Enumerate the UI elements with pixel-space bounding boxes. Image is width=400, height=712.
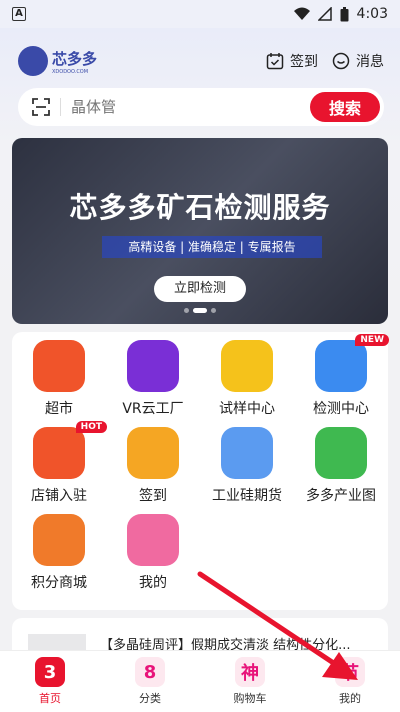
logo-text: 芯多多 xyxy=(52,50,98,68)
banner-title: 芯多多矿石检测服务 xyxy=(69,191,331,224)
tile-label: 试样中心 xyxy=(219,401,275,417)
tab-0[interactable]: 3 首页 xyxy=(0,651,100,712)
feature-grid: 超市 VR云工厂 试样中心 NEW 检测中心 HOT 店铺入驻 签到 工业硅期货 多多产业图积分商… xyxy=(12,332,389,601)
checkin-button[interactable]: 签到 xyxy=(266,51,318,71)
tab-2[interactable]: 神购物车 xyxy=(200,651,300,712)
bottom-tab-bar: 3 首页 8 分类神购物车节我的 xyxy=(0,650,400,712)
clock: 4:03 xyxy=(356,6,388,22)
tile-label: 多多产业图 xyxy=(306,488,376,504)
grid-tile[interactable]: 签到 xyxy=(106,427,200,514)
grid-tile[interactable]: 多多产业图 xyxy=(294,427,388,514)
tab-label: 分类 xyxy=(139,692,161,705)
app-logo: 芯多多 XDODOO.COM xyxy=(18,46,97,76)
carousel-dot xyxy=(184,308,189,313)
battery-icon xyxy=(340,6,349,21)
tile-label: 检测中心 xyxy=(313,401,369,417)
grid-tile[interactable]: VR云工厂 xyxy=(106,340,200,427)
tile-label: 签到 xyxy=(139,488,167,504)
grid-tile[interactable]: HOT 店铺入驻 xyxy=(12,421,107,514)
search-bar: 搜索 xyxy=(18,88,384,126)
tab-icon: 节 xyxy=(335,657,365,687)
grid-tile[interactable]: 工业硅期货 xyxy=(200,427,294,514)
promo-banner[interactable]: 芯多多矿石检测服务 高精设备 | 准确稳定 | 专属报告 立即检测 xyxy=(12,138,388,324)
scan-icon[interactable] xyxy=(32,98,50,116)
tile-label: 店铺入驻 xyxy=(31,488,87,504)
logo-mark-icon xyxy=(18,46,48,76)
status-bar: A 4:03 xyxy=(0,0,400,28)
top-bar: 芯多多 XDODOO.COM 签到 消息 xyxy=(18,44,384,78)
carousel-dot-active xyxy=(193,308,207,313)
tile-label: 超市 xyxy=(45,401,73,417)
grid-tile[interactable]: NEW 检测中心 xyxy=(294,334,389,427)
tab-icon: 神 xyxy=(235,657,265,687)
profile-icon xyxy=(127,514,179,566)
coin-icon xyxy=(33,514,85,566)
tile-badge: NEW xyxy=(355,334,389,346)
logo-subtext: XDODOO.COM xyxy=(52,68,89,75)
tab-label: 购物车 xyxy=(233,692,267,705)
notification-icon: A xyxy=(12,7,26,21)
banner-subtitle: 高精设备 | 准确稳定 | 专属报告 xyxy=(102,236,322,258)
calendar-icon xyxy=(127,427,179,479)
store-icon: HOT xyxy=(33,421,107,479)
grid-tile[interactable]: 超市 xyxy=(12,340,106,427)
carousel-dot xyxy=(211,308,216,313)
tile-badge: HOT xyxy=(75,421,107,433)
tab-icon: 8 xyxy=(135,657,165,687)
no-signal-icon xyxy=(317,7,332,21)
wifi-icon xyxy=(293,7,310,20)
shield-check-icon: NEW xyxy=(315,334,389,392)
messages-label: 消息 xyxy=(356,54,384,70)
tile-label: 我的 xyxy=(139,575,167,591)
tab-1[interactable]: 8 分类 xyxy=(100,651,200,712)
messages-button[interactable]: 消息 xyxy=(332,51,384,71)
search-button[interactable]: 搜索 xyxy=(310,92,380,122)
tab-label: 首页 xyxy=(39,692,61,705)
search-input[interactable] xyxy=(71,98,310,116)
map-pin-icon xyxy=(315,427,367,479)
grid-tile[interactable]: 积分商城 xyxy=(12,514,106,601)
supermarket-icon xyxy=(33,340,85,392)
banner-cta-button[interactable]: 立即检测 xyxy=(154,276,246,302)
checkin-label: 签到 xyxy=(290,54,318,70)
tile-label: 工业硅期货 xyxy=(212,488,282,504)
calendar-check-icon xyxy=(266,53,284,70)
search-divider xyxy=(60,98,61,116)
status-icons: 4:03 xyxy=(293,6,388,22)
vr-icon xyxy=(127,340,179,392)
futures-icon xyxy=(221,427,273,479)
grid-tile[interactable]: 试样中心 xyxy=(200,340,294,427)
message-icon xyxy=(332,52,350,70)
feature-grid-card: 超市 VR云工厂 试样中心 NEW 检测中心 HOT 店铺入驻 签到 工业硅期货 多多产业图积分商… xyxy=(12,332,389,610)
tab-icon: 3 xyxy=(35,657,65,687)
sample-icon xyxy=(221,340,273,392)
carousel-indicator xyxy=(12,308,388,313)
grid-tile[interactable]: 我的 xyxy=(106,514,200,601)
tab-3[interactable]: 节我的 xyxy=(300,651,400,712)
tile-label: VR云工厂 xyxy=(122,401,184,417)
tab-label: 我的 xyxy=(339,692,361,705)
tile-label: 积分商城 xyxy=(31,575,87,591)
